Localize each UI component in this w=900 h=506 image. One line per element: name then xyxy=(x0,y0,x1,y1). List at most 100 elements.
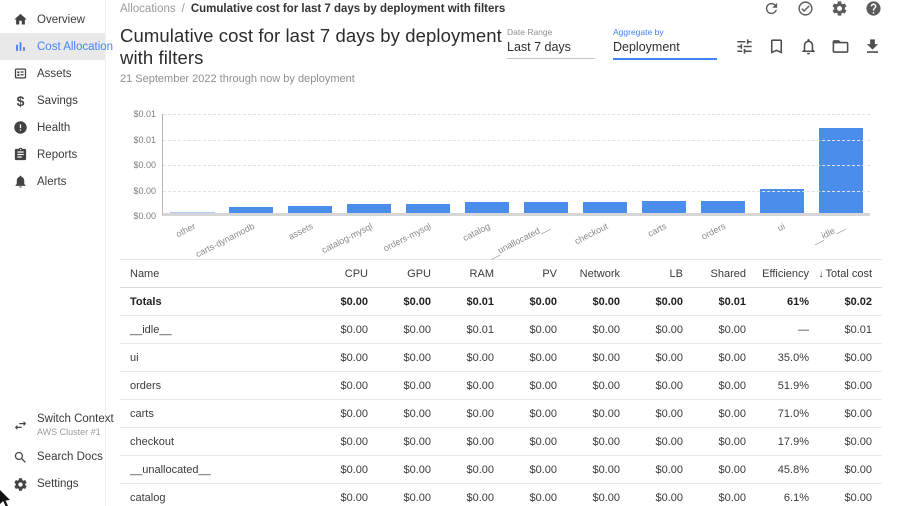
cell-lb: $0.00 xyxy=(620,408,683,420)
bar-slot-catalog-mysql: catalog-mysql xyxy=(340,114,399,213)
cell-cpu: $0.00 xyxy=(305,352,368,364)
cell-lb: $0.00 xyxy=(620,352,683,364)
chart-plot-area: othercarts-dynamodbassetscatalog-mysqlor… xyxy=(162,114,870,216)
table-row-__unallocated__[interactable]: __unallocated__$0.00$0.00$0.00$0.00$0.00… xyxy=(120,456,882,484)
column-header-lb[interactable]: LB xyxy=(620,268,683,280)
sidebar-item-switch-context[interactable]: Switch ContextAWS Cluster #1 xyxy=(0,406,105,444)
cluster-context-value: AWS Cluster #1 xyxy=(37,427,114,438)
table-row-carts[interactable]: carts$0.00$0.00$0.00$0.00$0.00$0.00$0.00… xyxy=(120,400,882,428)
topbar-actions xyxy=(763,0,882,17)
bar-catalog-mysql[interactable] xyxy=(347,204,391,213)
label: Search Docs xyxy=(37,450,103,464)
column-header-shared[interactable]: Shared xyxy=(683,268,746,280)
table-row-__idle__[interactable]: __idle__$0.00$0.00$0.01$0.00$0.00$0.00$0… xyxy=(120,316,882,344)
bar-slot-assets: assets xyxy=(281,114,340,213)
cell-total-cost: $0.00 xyxy=(809,436,872,448)
sidebar-item-savings[interactable]: $Savings xyxy=(0,87,105,114)
sidebar-item-search-docs[interactable]: Search Docs xyxy=(0,444,105,471)
column-header-name[interactable]: Name xyxy=(120,268,305,280)
cell-shared: $0.00 xyxy=(683,492,746,504)
refresh-icon[interactable] xyxy=(763,0,780,17)
cell-name: __idle__ xyxy=(120,324,305,336)
cell-total-cost: $0.00 xyxy=(809,464,872,476)
cell-network: $0.00 xyxy=(557,296,620,308)
title-block: Cumulative cost for last 7 days by deplo… xyxy=(120,25,507,85)
column-header-gpu[interactable]: GPU xyxy=(368,268,431,280)
x-axis-tick-label: catalog xyxy=(461,221,491,243)
bar-slot-checkout: checkout xyxy=(575,114,634,213)
bar-__idle__[interactable] xyxy=(819,128,863,213)
cell-pv: $0.00 xyxy=(494,436,557,448)
column-header-cpu[interactable]: CPU xyxy=(305,268,368,280)
x-axis-tick-label: __unallocated__ xyxy=(487,221,550,260)
cost-bar-chart: $0.01$0.01$0.00$0.00$0.00 othercarts-dyn… xyxy=(120,114,870,248)
gear-icon[interactable] xyxy=(831,0,848,17)
bar-catalog[interactable] xyxy=(465,202,509,213)
bar-orders[interactable] xyxy=(701,201,745,213)
sidebar-item-health[interactable]: Health xyxy=(0,114,105,141)
bookmark-icon[interactable] xyxy=(767,37,786,56)
reports-icon xyxy=(13,147,28,162)
column-header-ram[interactable]: RAM xyxy=(431,268,494,280)
cell-pv: $0.00 xyxy=(494,352,557,364)
sidebar-item-alerts[interactable]: Alerts xyxy=(0,168,105,195)
x-axis-tick-label: ui xyxy=(775,221,786,233)
cell-shared: $0.00 xyxy=(683,436,746,448)
cell-ram: $0.00 xyxy=(431,408,494,420)
sidebar-item-assets[interactable]: Assets xyxy=(0,60,105,87)
aggregate-by-select[interactable]: Deployment xyxy=(613,40,717,60)
sidebar-item-reports[interactable]: Reports xyxy=(0,141,105,168)
bar-carts[interactable] xyxy=(642,201,686,213)
cell-efficiency: 45.8% xyxy=(746,464,809,476)
sidebar-item-cost-allocation[interactable]: Cost Allocation xyxy=(0,33,105,60)
cell-efficiency: 6.1% xyxy=(746,492,809,504)
column-header-efficiency[interactable]: Efficiency xyxy=(746,268,809,280)
cell-efficiency: 17.9% xyxy=(746,436,809,448)
help-icon[interactable] xyxy=(865,0,882,17)
date-range-field: Date Range Last 7 days xyxy=(507,27,595,59)
date-range-select[interactable]: Last 7 days xyxy=(507,40,595,59)
bar-assets[interactable] xyxy=(288,206,332,213)
page-title: Cumulative cost for last 7 days by deplo… xyxy=(120,25,507,69)
table-row-checkout[interactable]: checkout$0.00$0.00$0.00$0.00$0.00$0.00$0… xyxy=(120,428,882,456)
bar-slot-ui: ui xyxy=(752,114,811,213)
y-axis-tick-label: $0.01 xyxy=(133,109,156,119)
sidebar-item-label: Cost Allocation xyxy=(37,41,113,53)
gridline xyxy=(163,191,870,192)
cell-shared: $0.00 xyxy=(683,352,746,364)
bell-icon[interactable] xyxy=(799,37,818,56)
tune-icon[interactable] xyxy=(735,37,754,56)
bar-carts-dynamodb[interactable] xyxy=(229,207,273,213)
sidebar-bottom-nav: Switch ContextAWS Cluster #1 Search Docs S… xyxy=(0,406,105,498)
cell-efficiency: — xyxy=(746,324,809,336)
cell-shared: $0.00 xyxy=(683,464,746,476)
cell-cpu: $0.00 xyxy=(305,296,368,308)
cell-gpu: $0.00 xyxy=(368,464,431,476)
folder-icon[interactable] xyxy=(831,37,850,56)
x-axis-tick-label: __idle__ xyxy=(810,221,845,245)
bar-checkout[interactable] xyxy=(583,202,627,213)
health-icon xyxy=(13,120,28,135)
column-header-total-cost[interactable]: ↓Total cost xyxy=(809,268,872,280)
cell-pv: $0.00 xyxy=(494,492,557,504)
sidebar-item-overview[interactable]: Overview xyxy=(0,6,105,33)
swap-icon xyxy=(13,418,28,433)
column-header-network[interactable]: Network xyxy=(557,268,620,280)
download-icon[interactable] xyxy=(863,37,882,56)
table-row-ui[interactable]: ui$0.00$0.00$0.00$0.00$0.00$0.00$0.0035.… xyxy=(120,344,882,372)
bar-other[interactable] xyxy=(170,212,214,213)
column-header-label: RAM xyxy=(470,268,494,280)
sidebar-item-label: Overview xyxy=(37,14,85,26)
sidebar-item-settings[interactable]: Settings xyxy=(0,471,105,498)
breadcrumb-allocations-link[interactable]: Allocations xyxy=(120,3,176,15)
sidebar-item-label: Settings xyxy=(37,477,79,491)
bar-ui[interactable] xyxy=(760,189,804,213)
table-row-orders[interactable]: orders$0.00$0.00$0.00$0.00$0.00$0.00$0.0… xyxy=(120,372,882,400)
bar-orders-mysql[interactable] xyxy=(406,204,450,213)
table-row-catalog[interactable]: catalog$0.00$0.00$0.00$0.00$0.00$0.00$0.… xyxy=(120,484,882,506)
column-header-pv[interactable]: PV xyxy=(494,268,557,280)
bar-__unallocated__[interactable] xyxy=(524,202,568,213)
check-circle-icon[interactable] xyxy=(797,0,814,17)
bar-slot-__idle__: __idle__ xyxy=(811,114,870,213)
mouse-cursor xyxy=(0,490,12,506)
